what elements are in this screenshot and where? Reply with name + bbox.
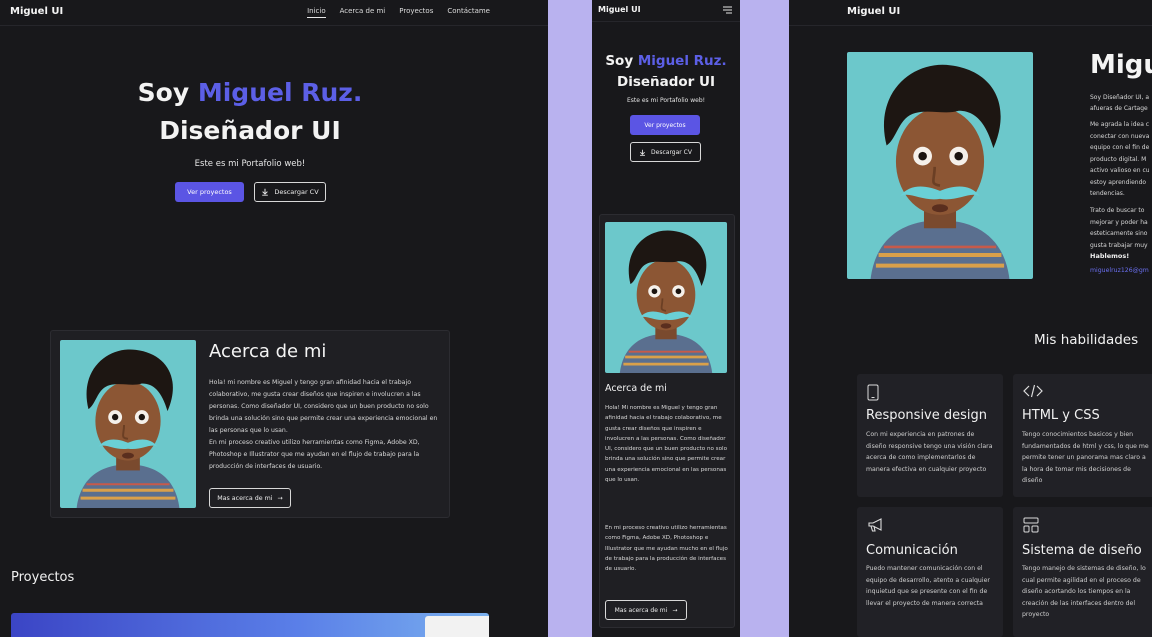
- projects-heading: Proyectos: [11, 570, 75, 585]
- hamburger-menu-icon[interactable]: [723, 6, 732, 14]
- about-page-paragraph-line: producto digital. M: [1090, 155, 1147, 163]
- skill-title: Comunicación: [866, 543, 958, 558]
- megaphone-icon: [868, 518, 882, 532]
- skill-card-design-system: Sistema de diseño Tengo manejo de sistem…: [1013, 507, 1152, 637]
- mobile-about-paragraph-1: Hola! Mi nombre es Miguel y tengo gran a…: [605, 405, 727, 484]
- skill-title: Responsive design: [866, 408, 987, 423]
- skill-description: Tengo manejo de sistemas de diseño, lo c…: [1022, 565, 1146, 618]
- nav-link-acerca[interactable]: Acerca de mi: [340, 7, 386, 18]
- hero-title-prefix: Soy: [137, 78, 190, 107]
- mobile-hero-title-name: Miguel Ruz.: [637, 53, 727, 69]
- skill-description: Puedo mantener comunicación con el equip…: [866, 565, 990, 607]
- mobile-hero-title-prefix: Soy: [605, 53, 634, 69]
- mobile-navbar: Miguel UI: [592, 0, 740, 22]
- mobile-view-projects-button[interactable]: Ver proyectos: [630, 115, 700, 135]
- mobile-arrow-right-icon: →: [672, 606, 678, 614]
- about-page-brand-logo[interactable]: Miguel UI: [847, 6, 900, 17]
- download-cv-label: Descargar CV: [274, 188, 319, 196]
- about-page-paragraph-2-line: Trato de buscar to: [1090, 207, 1145, 214]
- about-page-navbar: Miguel UI: [789, 0, 1152, 26]
- more-about-button[interactable]: Mas acerca de mi →: [209, 488, 291, 508]
- about-page-paragraph-line: tendencias.: [1090, 190, 1125, 197]
- about-paragraph-2: En mi proceso creativo utilizo herramien…: [209, 439, 420, 470]
- skill-card-comunicacion: Comunicación Puedo mantener comunicación…: [857, 507, 1003, 637]
- skills-heading: Mis habilidades: [1034, 332, 1139, 348]
- mobile-profile-photo: [605, 222, 727, 373]
- code-icon: [1023, 384, 1043, 398]
- mobile-hero-subtitle: Este es mi Portafolio web!: [626, 97, 706, 104]
- about-page-name: Migue: [1090, 50, 1152, 80]
- mobile-about-card: Acerca de mi Hola! Mi nombre es Miguel y…: [599, 214, 735, 628]
- profile-photo: [60, 340, 196, 508]
- project-card-preview[interactable]: [11, 613, 489, 637]
- download-cv-button[interactable]: Descargar CV: [254, 182, 326, 202]
- skill-title: HTML y CSS: [1022, 408, 1100, 423]
- mobile-page: Miguel UI Soy Miguel Ruz. Diseñador UI E…: [592, 0, 740, 637]
- download-icon: [262, 188, 269, 196]
- about-page-intro: Soy Diseñador UI, a afueras de Cartage: [1090, 94, 1150, 112]
- about-page-paragraph-line: activo valioso en cu: [1090, 167, 1150, 174]
- mobile-hero-role: Diseñador UI: [616, 74, 716, 90]
- mobile-icon: [867, 384, 879, 401]
- about-page-paragraph-2-line: mejorar y poder ha: [1090, 218, 1148, 226]
- skill-title: Sistema de diseño: [1022, 543, 1142, 558]
- about-page-paragraph-2-line: gusta trabajar muy: [1090, 241, 1148, 249]
- more-about-label: Mas acerca de mi: [217, 494, 273, 502]
- about-page-paragraph-2-line: esteticamente sino: [1090, 230, 1148, 237]
- about-page-paragraph-2: Trato de buscar to mejorar y poder ha este…: [1090, 205, 1152, 251]
- mobile-about-paragraph-2: En mi proceso creativo utilizo herramien…: [605, 525, 728, 573]
- nav-links: Inicio Acerca de mi Proyectos Contáctame: [307, 7, 490, 18]
- about-page-paragraph-line: estoy aprendiendo: [1090, 178, 1147, 186]
- skill-description: Con mi experiencia en patrones de diseño…: [866, 431, 993, 473]
- about-page-paragraph: Me agrada la idea c conectar con nueva equ…: [1090, 119, 1152, 200]
- mobile-download-cv-button[interactable]: Descargar CV: [630, 142, 701, 162]
- mobile-hero-title: Soy Miguel Ruz.: [592, 53, 740, 69]
- mobile-about-title: Acerca de mi: [605, 383, 667, 394]
- nav-link-proyectos[interactable]: Proyectos: [399, 7, 433, 18]
- hero-title-name: Miguel Ruz.: [197, 78, 363, 107]
- about-page: Miguel UI Migue Soy Diseñador UI, a afue…: [789, 0, 1152, 637]
- mobile-download-icon: [640, 149, 645, 156]
- about-page-cta: Hablemos!: [1090, 252, 1130, 260]
- nav-link-contacto[interactable]: Contáctame: [447, 7, 490, 18]
- mobile-brand-logo[interactable]: Miguel UI: [598, 5, 641, 14]
- about-page-paragraph-line: conectar con nueva: [1090, 132, 1150, 140]
- hero-subtitle: Este es mi Portafolio web!: [194, 159, 306, 169]
- skill-description: Tengo conocimientos basicos y bien funda…: [1022, 431, 1149, 484]
- project-card-thumbnail: [425, 616, 489, 637]
- about-card: Acerca de mi Hola! mi nombre es Miguel y…: [50, 330, 450, 518]
- mobile-more-about-button[interactable]: Mas acerca de mi →: [605, 600, 687, 620]
- about-page-paragraph-line: equipo con el fin de: [1090, 144, 1150, 151]
- about-paragraph-1: Hola! mi nombre es Miguel y tengo gran a…: [209, 379, 438, 434]
- top-navbar: Miguel UI Inicio Acerca de mi Proyectos …: [0, 0, 548, 26]
- skill-card-responsive: Responsive design Con mi experiencia en …: [857, 374, 1003, 497]
- layout-icon: [1023, 517, 1039, 533]
- about-page-profile-photo: [847, 52, 1033, 279]
- arrow-right-icon: →: [277, 494, 283, 502]
- hero-title-role: Diseñador UI: [159, 116, 341, 145]
- about-page-email-link[interactable]: miguelruz126@gm: [1090, 267, 1152, 274]
- hero-title: Soy Miguel Ruz.: [0, 78, 500, 107]
- view-projects-button[interactable]: Ver proyectos: [175, 182, 244, 202]
- about-title: Acerca de mi: [209, 341, 327, 362]
- skill-card-html-css: HTML y CSS Tengo conocimientos basicos y…: [1013, 374, 1152, 497]
- mobile-download-cv-label: Descargar CV: [651, 148, 692, 156]
- brand-logo[interactable]: Miguel UI: [10, 6, 63, 17]
- about-page-paragraph-line: Me agrada la idea c: [1090, 121, 1150, 128]
- mobile-more-about-label: Mas acerca de mi: [614, 606, 668, 614]
- desktop-page: Miguel UI Inicio Acerca de mi Proyectos …: [0, 0, 548, 637]
- nav-link-inicio[interactable]: Inicio: [307, 7, 326, 18]
